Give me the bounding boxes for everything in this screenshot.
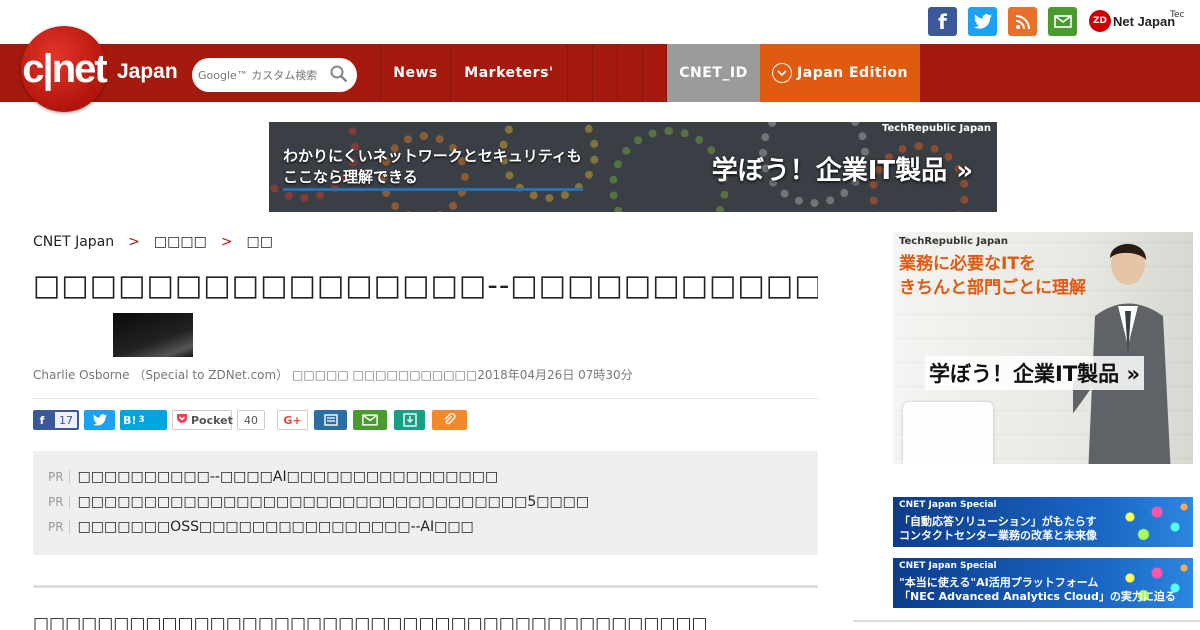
pr-link[interactable]: PR □□□□□□□□□□--□□□□AI□□□□□□□□□□□□□□□□ [48, 464, 803, 489]
breadcrumb-separator: > [128, 234, 140, 250]
banner-text-line-1: わかりにくいネットワークとセキュリティも [283, 147, 582, 165]
pocket-button[interactable]: Pocket [172, 410, 233, 430]
banner-text: わかりにくいネットワークとセキュリティも ここなら理解できる [283, 146, 582, 188]
zdnet-badge: ZD [1089, 10, 1111, 32]
mail-icon [362, 414, 378, 426]
article-thumbnail [113, 313, 193, 357]
pr-links-box: PR □□□□□□□□□□--□□□□AI□□□□□□□□□□□□□□□□ PR… [33, 451, 818, 555]
banner-cta: 学ぼう！企業IT製品 » [711, 156, 973, 186]
hatena-icon: B! [123, 413, 137, 427]
article-headline: □□□□□□□□□□□□□□□□--□□□□□□□□□□□□□□□□□ [33, 268, 818, 302]
facebook-icon[interactable]: f [928, 7, 957, 36]
cnet-logo[interactable]: c|net [21, 26, 108, 112]
nav-news[interactable]: News [380, 44, 450, 102]
breadcrumb-home[interactable]: CNET Japan [33, 234, 114, 250]
sidebar-ad-cta: 学ぼう！企業IT製品 » [925, 356, 1145, 390]
print-icon [323, 414, 338, 426]
special-ad-line-2: 「NEC Advanced Analytics Cloud」の実力に迫る [899, 590, 1176, 603]
article-byline: Charlie Osborne （Special to ZDNet.com） □… [33, 368, 633, 382]
download-icon [402, 413, 417, 427]
nav-cnet-id[interactable]: CNET_ID [667, 44, 760, 102]
special-ad-brand: CNET Japan Special [899, 561, 997, 571]
sidebar-ad-message-line-1: 業務に必要なITを [899, 254, 1036, 274]
monitor-illustration [903, 402, 993, 472]
banner-underline [283, 188, 583, 191]
pr-link[interactable]: PR □□□□□□□□□□□□□□□□□□□□□□□□□□□□□□□□□□5□□… [48, 489, 803, 514]
pr-link-text: □□□□□□□OSS□□□□□□□□□□□□□□□□--AI□□□ [77, 518, 474, 535]
sidebar-special-ad-2[interactable]: CNET Japan Special "本当に使える"AI活用プラットフォーム … [893, 558, 1193, 608]
pocket-label: Pocket [191, 413, 233, 427]
print-button[interactable] [314, 410, 347, 430]
special-ad-line-1: "本当に使える"AI活用プラットフォーム [899, 576, 1099, 589]
nav-item-blank-3[interactable] [617, 44, 642, 102]
banner-brand: TechRepublic Japan [882, 123, 991, 134]
search-box [192, 58, 357, 92]
pocket-count: 40 [237, 410, 265, 430]
hatena-bookmark-button[interactable]: B! 3 [120, 410, 167, 430]
google-plus-button[interactable]: G+ [277, 410, 308, 430]
divider [33, 398, 818, 399]
sidebar-ad-message-line-2: きちんと部門ごとに理解 [899, 278, 1086, 298]
special-ad-text: 「自動応答ソリューション」がもたらす コンタクトセンター業務の改革と未来像 [899, 515, 1097, 543]
mail-icon[interactable] [1048, 7, 1077, 36]
clip-button[interactable] [432, 410, 467, 430]
rss-icon[interactable] [1008, 7, 1037, 36]
logo-japan-label: Japan [117, 60, 178, 83]
article-lead: □□□□□□□□□□□□□□□□□□□□□□□□□□□□□□□□□□□□□□□□… [33, 614, 708, 630]
nav-marketers[interactable]: Marketers' [450, 44, 567, 102]
mail-share-button[interactable] [353, 410, 387, 430]
techrepublic-logo[interactable]: Tec [1170, 10, 1184, 20]
pr-link-text: □□□□□□□□□□--□□□□AI□□□□□□□□□□□□□□□□ [77, 468, 499, 485]
search-input[interactable] [198, 68, 328, 82]
utility-bar: f ZD Net Japan Tec [0, 0, 1200, 44]
twitter-icon[interactable] [968, 7, 997, 36]
pr-link[interactable]: PR □□□□□□□OSS□□□□□□□□□□□□□□□□--AI□□□ [48, 514, 803, 539]
pr-tag: PR [48, 519, 70, 534]
sidebar-special-ad-1[interactable]: CNET Japan Special 「自動応答ソリューション」がもたらす コン… [893, 497, 1193, 547]
breadcrumb: CNET Japan > □□□□ > □□ [33, 234, 273, 250]
special-ad-text: "本当に使える"AI活用プラットフォーム 「NEC Advanced Analy… [899, 576, 1176, 604]
sidebar-ad[interactable]: TechRepublic Japan 業務に必要なITを きちんと部門ごとに理解… [893, 232, 1193, 482]
zdnet-logo[interactable]: ZD Net Japan [1089, 10, 1175, 32]
chevron-down-icon [772, 63, 793, 83]
facebook-icon: f [39, 413, 45, 427]
top-banner-ad[interactable]: わかりにくいネットワークとセキュリティも ここなら理解できる 学ぼう！企業IT製… [269, 122, 997, 212]
nav-item-blank-4[interactable] [642, 44, 667, 102]
pocket-icon [176, 413, 188, 427]
sidebar-divider [853, 620, 1200, 622]
facebook-share-button[interactable]: f 17 [33, 410, 79, 430]
breadcrumb-level-2[interactable]: □□ [247, 234, 273, 250]
sidebar-ad-brand: TechRepublic Japan [899, 236, 1008, 247]
special-ad-line-1: 「自動応答ソリューション」がもたらす [899, 515, 1097, 528]
hatena-count: 3 [138, 415, 145, 425]
zdnet-label: Net Japan [1113, 13, 1176, 29]
pr-tag: PR [48, 494, 70, 509]
twitter-icon [92, 414, 107, 426]
desk-illustration [893, 464, 1193, 482]
section-divider [33, 585, 818, 588]
nav-item-blank-1[interactable] [567, 44, 592, 102]
breadcrumb-separator: > [220, 234, 233, 250]
decorative-dots [1103, 497, 1193, 547]
facebook-share-count: 17 [55, 412, 77, 428]
banner-text-line-2: ここなら理解できる [283, 168, 418, 186]
special-ad-line-2: コンタクトセンター業務の改革と未来像 [899, 529, 1097, 542]
twitter-share-button[interactable] [84, 410, 115, 430]
sidebar-ad-message: 業務に必要なITを きちんと部門ごとに理解 [899, 252, 1086, 300]
breadcrumb-level-1[interactable]: □□□□ [154, 234, 207, 250]
search-icon[interactable] [330, 65, 348, 83]
paperclip-icon [444, 413, 456, 425]
special-ad-brand: CNET Japan Special [899, 500, 997, 510]
nav-item-blank-2[interactable] [592, 44, 617, 102]
pr-tag: PR [48, 469, 70, 484]
pr-link-text: □□□□□□□□□□□□□□□□□□□□□□□□□□□□□□□□□□5□□□□ [77, 493, 590, 510]
save-button[interactable] [394, 410, 425, 430]
edition-label: Japan Edition [797, 65, 908, 81]
nav-japan-edition[interactable]: Japan Edition [760, 44, 920, 102]
